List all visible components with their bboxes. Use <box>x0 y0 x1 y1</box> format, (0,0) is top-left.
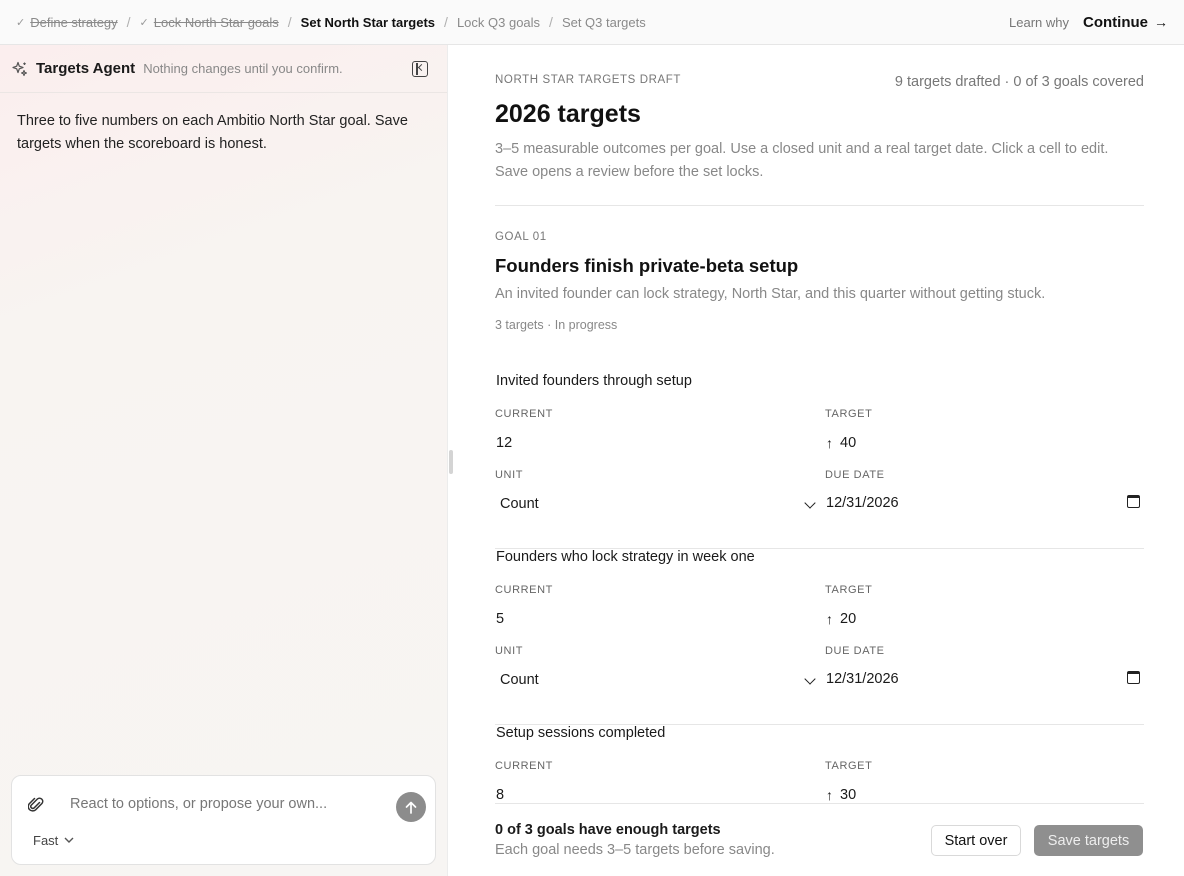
composer-input[interactable] <box>70 792 390 816</box>
breadcrumb-item-lock-q3-goals[interactable]: Lock Q3 goals <box>457 15 540 30</box>
due-date-label: DUE DATE <box>825 469 885 481</box>
agent-message: Three to five numbers on each Ambitio No… <box>17 113 408 152</box>
current-value[interactable]: 8 <box>496 787 504 803</box>
unit-label: UNIT <box>495 469 524 481</box>
unit-value: Count <box>500 496 539 512</box>
goal-title: Founders finish private-beta setup <box>495 255 799 276</box>
continue-label: Continue <box>1083 13 1148 31</box>
breadcrumb-separator: / <box>444 14 448 30</box>
current-label: CURRENT <box>495 760 553 772</box>
target-name[interactable]: Founders who lock strategy in week one <box>496 549 755 565</box>
current-value[interactable]: 5 <box>496 611 504 627</box>
goal-description: An invited founder can lock strategy, No… <box>495 286 1046 302</box>
model-label: Fast <box>33 833 59 848</box>
due-date-value: 12/31/2026 <box>826 671 899 687</box>
arrow-up-icon: ↑ <box>826 787 833 803</box>
due-date-input[interactable]: 12/31/2026 <box>826 495 1144 511</box>
goal-meta: 3 targets · In progress <box>495 318 618 332</box>
target-row: Founders who lock strategy in week one C… <box>495 549 1144 725</box>
target-value[interactable]: ↑ 20 <box>826 611 856 627</box>
unit-label: UNIT <box>495 645 524 657</box>
target-label: TARGET <box>825 408 873 420</box>
agent-title: Targets Agent <box>36 60 136 77</box>
sparkle-icon <box>12 61 28 77</box>
drafted-summary: 9 targets drafted · 0 of 3 goals covered <box>894 74 1144 90</box>
current-label: CURRENT <box>495 408 553 420</box>
model-selector[interactable]: Fast <box>33 833 74 848</box>
arrow-right-icon: → <box>1154 14 1168 30</box>
chevron-down-icon <box>804 673 816 685</box>
due-date-value: 12/31/2026 <box>826 495 899 511</box>
arrow-up-icon: ↑ <box>826 435 833 451</box>
start-over-button[interactable]: Start over <box>931 825 1021 856</box>
page-eyebrow: NORTH STAR TARGETS DRAFT <box>495 74 682 86</box>
target-name[interactable]: Setup sessions completed <box>496 725 665 741</box>
coverage-status: 0 of 3 goals have enough targets <box>495 822 721 838</box>
unit-select[interactable]: Count <box>500 496 816 512</box>
paperclip-icon[interactable] <box>27 796 44 814</box>
breadcrumb-separator: / <box>126 14 131 30</box>
coverage-hint: Each goal needs 3–5 targets before savin… <box>495 842 775 858</box>
breadcrumb-item-lock-north-star-goals[interactable]: ✓ Lock North Star goals <box>140 15 279 30</box>
sidebar-header: Targets Agent Nothing changes until you … <box>0 45 447 93</box>
page-description: 3–5 measurable outcomes per goal. Use a … <box>495 141 1109 180</box>
target-label: TARGET <box>825 584 873 596</box>
target-row: Invited founders through setup CURRENT T… <box>495 373 1144 549</box>
composer: Fast <box>11 775 436 865</box>
target-name[interactable]: Invited founders through setup <box>496 373 692 389</box>
agent-sidebar: Targets Agent Nothing changes until you … <box>0 45 448 876</box>
breadcrumb-item-set-north-star-targets[interactable]: Set North Star targets <box>301 15 435 30</box>
breadcrumb-separator: / <box>287 14 292 30</box>
chevron-down-icon <box>804 497 816 509</box>
send-icon[interactable] <box>396 792 426 822</box>
page-title: 2026 targets <box>495 100 641 128</box>
target-value[interactable]: ↑ 40 <box>826 435 856 451</box>
arrow-up-icon: ↑ <box>826 611 833 627</box>
calendar-icon[interactable] <box>1127 671 1140 684</box>
current-label: CURRENT <box>495 584 553 596</box>
divider <box>495 205 1144 206</box>
target-number: 20 <box>840 611 857 627</box>
due-date-label: DUE DATE <box>825 645 885 657</box>
top-bar: ✓ Define strategy / ✓ Lock North Star goal… <box>0 0 1184 45</box>
breadcrumb: ✓ Define strategy / ✓ Lock North Star goal… <box>16 14 646 30</box>
due-date-input[interactable]: 12/31/2026 <box>826 671 1144 687</box>
learn-why-link[interactable]: Learn why <box>1009 15 1069 30</box>
breadcrumb-item-define-strategy[interactable]: ✓ Define strategy <box>16 15 118 30</box>
panel-resize-handle[interactable] <box>449 450 453 474</box>
current-value[interactable]: 12 <box>496 435 512 451</box>
unit-select[interactable]: Count <box>500 672 816 688</box>
continue-button[interactable]: Continue → <box>1083 14 1168 31</box>
main-panel: NORTH STAR TARGETS DRAFT 9 targets draft… <box>455 45 1184 876</box>
target-number: 40 <box>840 435 857 451</box>
check-icon: ✓ <box>139 16 149 29</box>
collapse-sidebar-icon[interactable] <box>412 60 428 77</box>
divider <box>495 803 1144 804</box>
save-targets-button[interactable]: Save targets <box>1034 825 1143 856</box>
check-icon: ✓ <box>16 16 26 29</box>
target-value[interactable]: ↑ 30 <box>826 787 856 803</box>
save-footer: 0 of 3 goals have enough targets Each go… <box>455 803 1184 876</box>
goal-eyebrow: GOAL 01 <box>495 231 547 243</box>
target-number: 30 <box>840 787 857 803</box>
breadcrumb-item-set-q3-targets[interactable]: Set Q3 targets <box>562 15 646 30</box>
unit-value: Count <box>500 672 539 688</box>
target-label: TARGET <box>825 760 873 772</box>
calendar-icon[interactable] <box>1127 495 1140 508</box>
chevron-down-icon <box>64 835 74 846</box>
breadcrumb-separator: / <box>549 14 553 30</box>
agent-subtitle: Nothing changes until you confirm. <box>143 61 343 76</box>
